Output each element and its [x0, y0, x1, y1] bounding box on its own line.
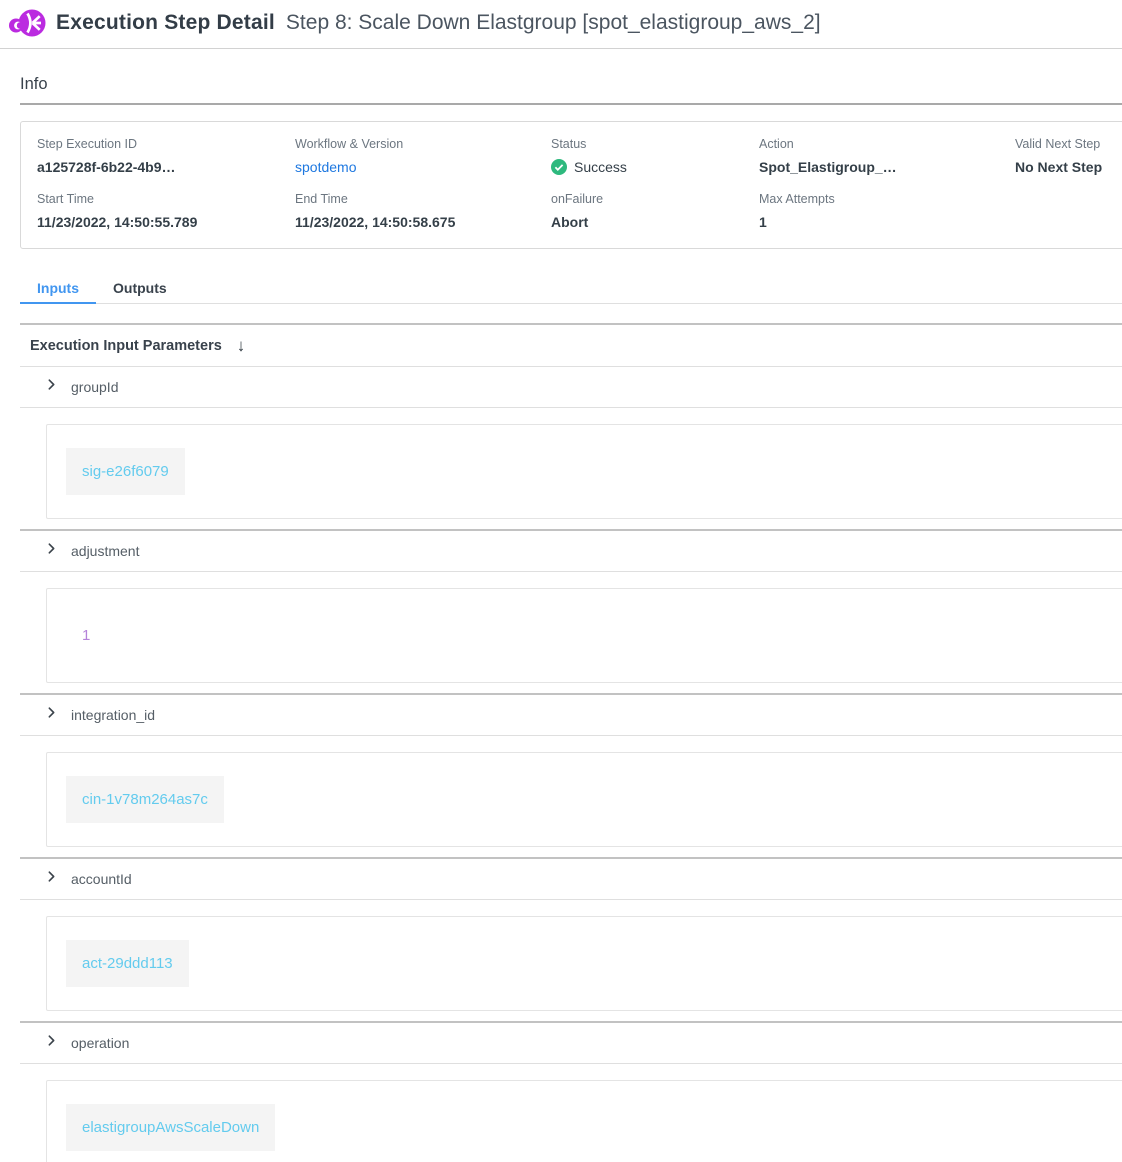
info-field-value-text: 11/23/2022, 14:50:55.789 [37, 214, 197, 230]
param-panel-wrap: cin-1v78m264as7c [20, 736, 1122, 857]
info-field: Start Time 11/23/2022, 14:50:55.789 [37, 192, 295, 230]
spot-logo-icon [7, 6, 47, 40]
chevron-right-icon [45, 1034, 58, 1052]
download-icon[interactable]: ↓ [237, 337, 246, 354]
info-card: Step Execution ID a125728f-6b22-4b9… Workf… [20, 121, 1122, 249]
info-field-label: Action [759, 137, 1015, 151]
info-field-label: onFailure [551, 192, 759, 206]
info-field-value-text: a125728f-6b22-4b9… [37, 159, 176, 175]
page-title: Execution Step Detail [56, 11, 275, 35]
param-value: cin-1v78m264as7c [66, 776, 224, 823]
info-field: onFailure Abort [551, 192, 759, 230]
param-panel-wrap: act-29ddd113 [20, 900, 1122, 1021]
chevron-right-icon [45, 706, 58, 724]
chevron-right-icon [45, 870, 58, 888]
param-value-panel: sig-e26f6079 [46, 424, 1122, 519]
info-field-label: End Time [295, 192, 551, 206]
info-title-underline [20, 103, 1122, 105]
chevron-right-icon [45, 378, 58, 396]
info-field: Action Spot_Elastigroup_… [759, 137, 1015, 175]
info-field: Workflow & Version spotdemo [295, 137, 551, 175]
info-field-value-text: spotdemo [295, 159, 356, 175]
param-panel-wrap: elastigroupAwsScaleDown [20, 1064, 1122, 1162]
params-list: groupId sig-e26f6079 adjustment 1 integratio… [20, 367, 1122, 1162]
info-field-value: Spot_Elastigroup_… [759, 159, 1015, 175]
info-field-label: Valid Next Step [1015, 137, 1122, 151]
info-row: Step Execution ID a125728f-6b22-4b9… Workf… [37, 137, 1122, 175]
param-row-integration_id[interactable]: integration_id [20, 695, 1122, 736]
info-field-value-text: 11/23/2022, 14:50:58.675 [295, 214, 455, 230]
param-value-panel: elastigroupAwsScaleDown [46, 1080, 1122, 1162]
info-field-label: Workflow & Version [295, 137, 551, 151]
info-field: End Time 11/23/2022, 14:50:58.675 [295, 192, 551, 230]
param-name: operation [71, 1035, 129, 1051]
info-field-label: Status [551, 137, 759, 151]
info-field-value: 11/23/2022, 14:50:58.675 [295, 214, 551, 230]
status-value: Success [551, 159, 759, 175]
info-field: Step Execution ID a125728f-6b22-4b9… [37, 137, 295, 175]
param-value-panel: 1 [46, 588, 1122, 683]
info-field: Max Attempts 1 [759, 192, 1015, 230]
param-value: sig-e26f6079 [66, 448, 185, 495]
param-value-panel: act-29ddd113 [46, 916, 1122, 1011]
param-value: elastigroupAwsScaleDown [66, 1104, 275, 1151]
param-row-operation[interactable]: operation [20, 1023, 1122, 1064]
info-field-value: 1 [759, 214, 1015, 230]
workflow-link[interactable]: spotdemo [295, 159, 551, 175]
param-row-accountId[interactable]: accountId [20, 859, 1122, 900]
info-field-value-text: Spot_Elastigroup_… [759, 159, 897, 175]
param-panel-wrap: sig-e26f6079 [20, 408, 1122, 529]
param-name: integration_id [71, 707, 155, 723]
info-field-label: Max Attempts [759, 192, 1015, 206]
param-value: act-29ddd113 [66, 940, 189, 987]
param-row-groupId[interactable]: groupId [20, 367, 1122, 408]
param-value-panel: cin-1v78m264as7c [46, 752, 1122, 847]
info-field: Status Success [551, 137, 759, 175]
info-section-title: Info [20, 75, 1122, 94]
info-field-label: Step Execution ID [37, 137, 295, 151]
app-header: Execution Step Detail Step 8: Scale Down… [0, 0, 1122, 49]
page-subtitle: Step 8: Scale Down Elastgroup [spot_elas… [286, 11, 821, 35]
info-field-value: 11/23/2022, 14:50:55.789 [37, 214, 295, 230]
info-field-value: No Next Step [1015, 159, 1122, 175]
info-field-value-text: Abort [551, 214, 588, 230]
param-panel-wrap: 1 [20, 572, 1122, 693]
param-name: groupId [71, 379, 118, 395]
params-section-title: Execution Input Parameters [30, 338, 222, 354]
tab-outputs[interactable]: Outputs [96, 274, 184, 304]
info-row: Start Time 11/23/2022, 14:50:55.789 End Ti… [37, 192, 1122, 230]
check-circle-icon [551, 159, 567, 175]
info-field: Valid Next Step No Next Step [1015, 137, 1122, 175]
info-field-value: Abort [551, 214, 759, 230]
param-row-adjustment[interactable]: adjustment [20, 531, 1122, 572]
param-value: 1 [82, 627, 90, 644]
info-field-label: Start Time [37, 192, 295, 206]
tab-inputs[interactable]: Inputs [20, 274, 96, 304]
info-field-value-text: Success [574, 159, 627, 175]
param-name: accountId [71, 871, 132, 887]
tabs-row: InputsOutputs [20, 274, 1122, 304]
info-field-value-text: 1 [759, 214, 767, 230]
chevron-right-icon [45, 542, 58, 560]
info-field-value: a125728f-6b22-4b9… [37, 159, 295, 175]
param-name: adjustment [71, 543, 139, 559]
params-heading: Execution Input Parameters ↓ [20, 325, 1122, 367]
info-field-value-text: No Next Step [1015, 159, 1102, 175]
